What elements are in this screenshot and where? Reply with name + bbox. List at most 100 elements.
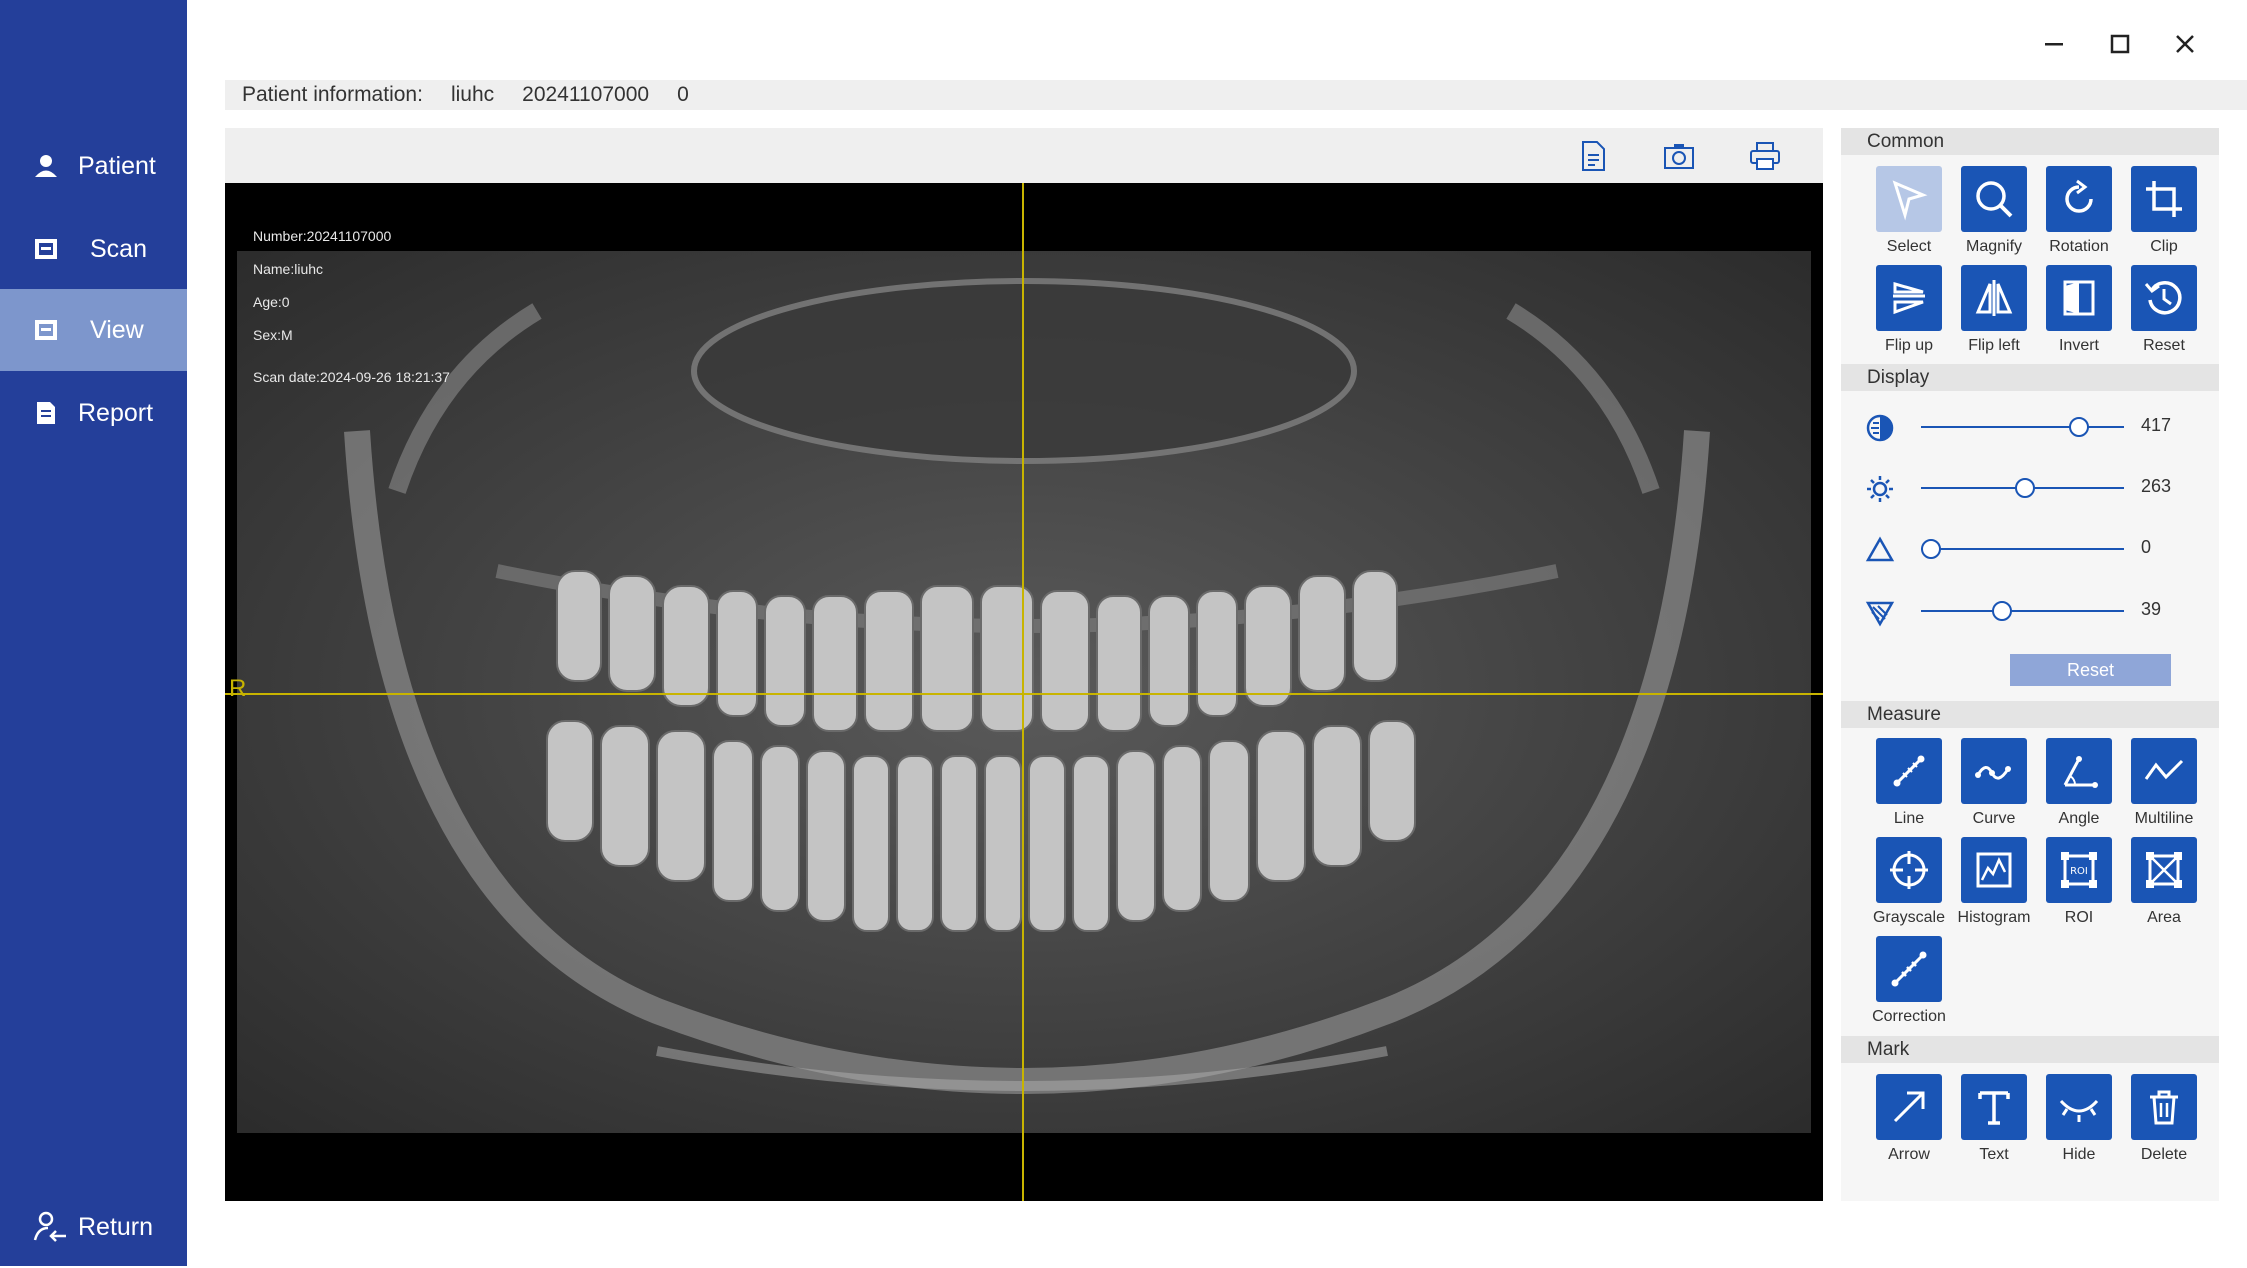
- overlay-name: Name:liuhc: [253, 261, 324, 277]
- nav-item-report[interactable]: Report: [0, 372, 187, 454]
- brightness-value: 263: [2141, 476, 2172, 496]
- section-title: Measure: [1867, 703, 1941, 725]
- nav-item-label: View: [90, 315, 144, 344]
- svg-text:ROI: ROI: [2070, 866, 2088, 877]
- minimize-button[interactable]: [2032, 22, 2076, 66]
- sharpness-slider[interactable]: [1921, 610, 2124, 612]
- gamma-slider-handle[interactable]: [1921, 539, 1942, 559]
- tool-label: ROI: [2064, 909, 2094, 926]
- sharpness-slider-handle[interactable]: [1992, 601, 2013, 621]
- tool-label: Rotation: [2049, 238, 2109, 255]
- angle-icon: [2063, 756, 2098, 788]
- tool-label: Magnify: [1965, 238, 2023, 255]
- reset-tool[interactable]: Reset: [2121, 265, 2207, 355]
- print-button[interactable]: [1747, 138, 1783, 174]
- invert-tool[interactable]: Invert: [2036, 265, 2122, 355]
- close-button[interactable]: [2163, 22, 2207, 66]
- camera-icon: [1664, 144, 1694, 169]
- nav-item-scan[interactable]: Scan: [0, 208, 187, 290]
- trash-icon: [2150, 1090, 2178, 1125]
- crosshair-horizontal: [225, 693, 1823, 695]
- flip-up-tool[interactable]: Flip up: [1866, 265, 1952, 355]
- snapshot-button[interactable]: [1661, 138, 1697, 174]
- correction-icon: [1891, 951, 1927, 987]
- crosshair-vertical: [1022, 183, 1024, 1201]
- maximize-button[interactable]: [2098, 22, 2142, 66]
- flip-left-tool[interactable]: Flip left: [1951, 265, 2037, 355]
- document-icon: [1582, 141, 1605, 171]
- arrow-tool[interactable]: Arrow: [1866, 1074, 1952, 1164]
- brightness-slider-handle[interactable]: [2014, 478, 2035, 498]
- grayscale-tool[interactable]: Grayscale: [1866, 837, 1952, 927]
- sharpness-icon: [1865, 601, 1895, 627]
- nav-item-label: Report: [78, 398, 154, 427]
- magnify-tool[interactable]: Magnify: [1951, 166, 2037, 256]
- close-icon: [2176, 35, 2194, 53]
- flip-vertical-icon: [1893, 282, 1925, 315]
- nav-item-label: Patient: [78, 151, 156, 180]
- contrast-slider[interactable]: [1921, 426, 2124, 428]
- contrast-value: 417: [2141, 415, 2172, 435]
- nav-item-view[interactable]: View: [0, 289, 187, 371]
- display-reset-button[interactable]: Reset: [2010, 654, 2171, 686]
- tool-label: Correction: [1872, 1008, 1946, 1025]
- gamma-slider[interactable]: [1921, 548, 2124, 550]
- contrast-icon: [1866, 414, 1894, 442]
- clip-tool[interactable]: Clip: [2121, 166, 2207, 256]
- area-tool[interactable]: Area: [2121, 837, 2207, 927]
- tool-label: Flip left: [1968, 337, 2020, 354]
- section-title: Display: [1867, 366, 1930, 388]
- text-tool[interactable]: Text: [1951, 1074, 2037, 1164]
- correction-tool[interactable]: Correction: [1866, 936, 1952, 1026]
- roi-tool[interactable]: ROI ROI: [2036, 837, 2122, 927]
- return-label: Return: [78, 1212, 154, 1241]
- overlay-number: Number:20241107000: [253, 228, 392, 244]
- angle-tool[interactable]: Angle: [2036, 738, 2122, 828]
- patient-extra: 0: [677, 83, 689, 106]
- return-button[interactable]: Return: [0, 1186, 187, 1268]
- sidebar: Patient Scan View Report Return: [0, 0, 187, 1266]
- overlay-scan-date: Scan date:2024-09-26 18:21:37: [253, 369, 450, 385]
- tool-label: Text: [1979, 1146, 2009, 1163]
- nav-item-label: Scan: [90, 234, 147, 263]
- nav-item-patient[interactable]: Patient: [0, 125, 187, 207]
- viewer-toolbar: [225, 128, 1823, 183]
- document-button[interactable]: [1575, 138, 1611, 174]
- report-icon: [37, 402, 55, 424]
- tool-label: Arrow: [1888, 1146, 1930, 1163]
- curve-tool[interactable]: Curve: [1951, 738, 2037, 828]
- patient-info-bar: Patient information: liuhc 20241107000 0: [225, 80, 2247, 110]
- tool-label: Flip up: [1884, 337, 1934, 354]
- line-measure-icon: [1893, 755, 1925, 787]
- gamma-value: 0: [2141, 537, 2152, 557]
- tool-label: Delete: [2140, 1146, 2188, 1163]
- tool-label: Invert: [2058, 337, 2099, 354]
- scan-icon: [35, 239, 57, 259]
- multiline-tool[interactable]: Multiline: [2121, 738, 2207, 828]
- tool-label: Curve: [1972, 810, 2016, 827]
- hide-tool[interactable]: Hide: [2036, 1074, 2122, 1164]
- reset-icon: [2144, 281, 2182, 315]
- gamma-icon: [1865, 536, 1895, 562]
- histogram-icon: [1976, 852, 2012, 888]
- multiline-icon: [2144, 759, 2184, 780]
- text-icon: [1978, 1091, 2010, 1125]
- overlay-age: Age:0: [253, 294, 290, 310]
- tool-label: Reset: [2143, 337, 2185, 354]
- line-tool[interactable]: Line: [1866, 738, 1952, 828]
- patient-number: 20241107000: [522, 83, 650, 106]
- histogram-tool[interactable]: Histogram: [1951, 837, 2037, 927]
- contrast-slider-row: 417: [1841, 407, 2219, 447]
- select-tool[interactable]: Select: [1866, 166, 1952, 256]
- contrast-slider-handle[interactable]: [2069, 417, 2090, 437]
- delete-tool[interactable]: Delete: [2121, 1074, 2207, 1164]
- tool-label: Hide: [2062, 1146, 2096, 1163]
- panoramic-xray-image: [237, 251, 1811, 1133]
- sharpness-value: 39: [2141, 599, 2162, 619]
- area-icon: [2146, 852, 2182, 888]
- brightness-slider-row: 263: [1841, 468, 2219, 508]
- rotation-tool[interactable]: Rotation: [2036, 166, 2122, 256]
- image-viewer[interactable]: R Number:20241107000 Name:liuhc Age:0 Se…: [225, 183, 1823, 1201]
- tool-label: Multiline: [2134, 810, 2194, 827]
- gamma-slider-row: 0: [1841, 529, 2219, 569]
